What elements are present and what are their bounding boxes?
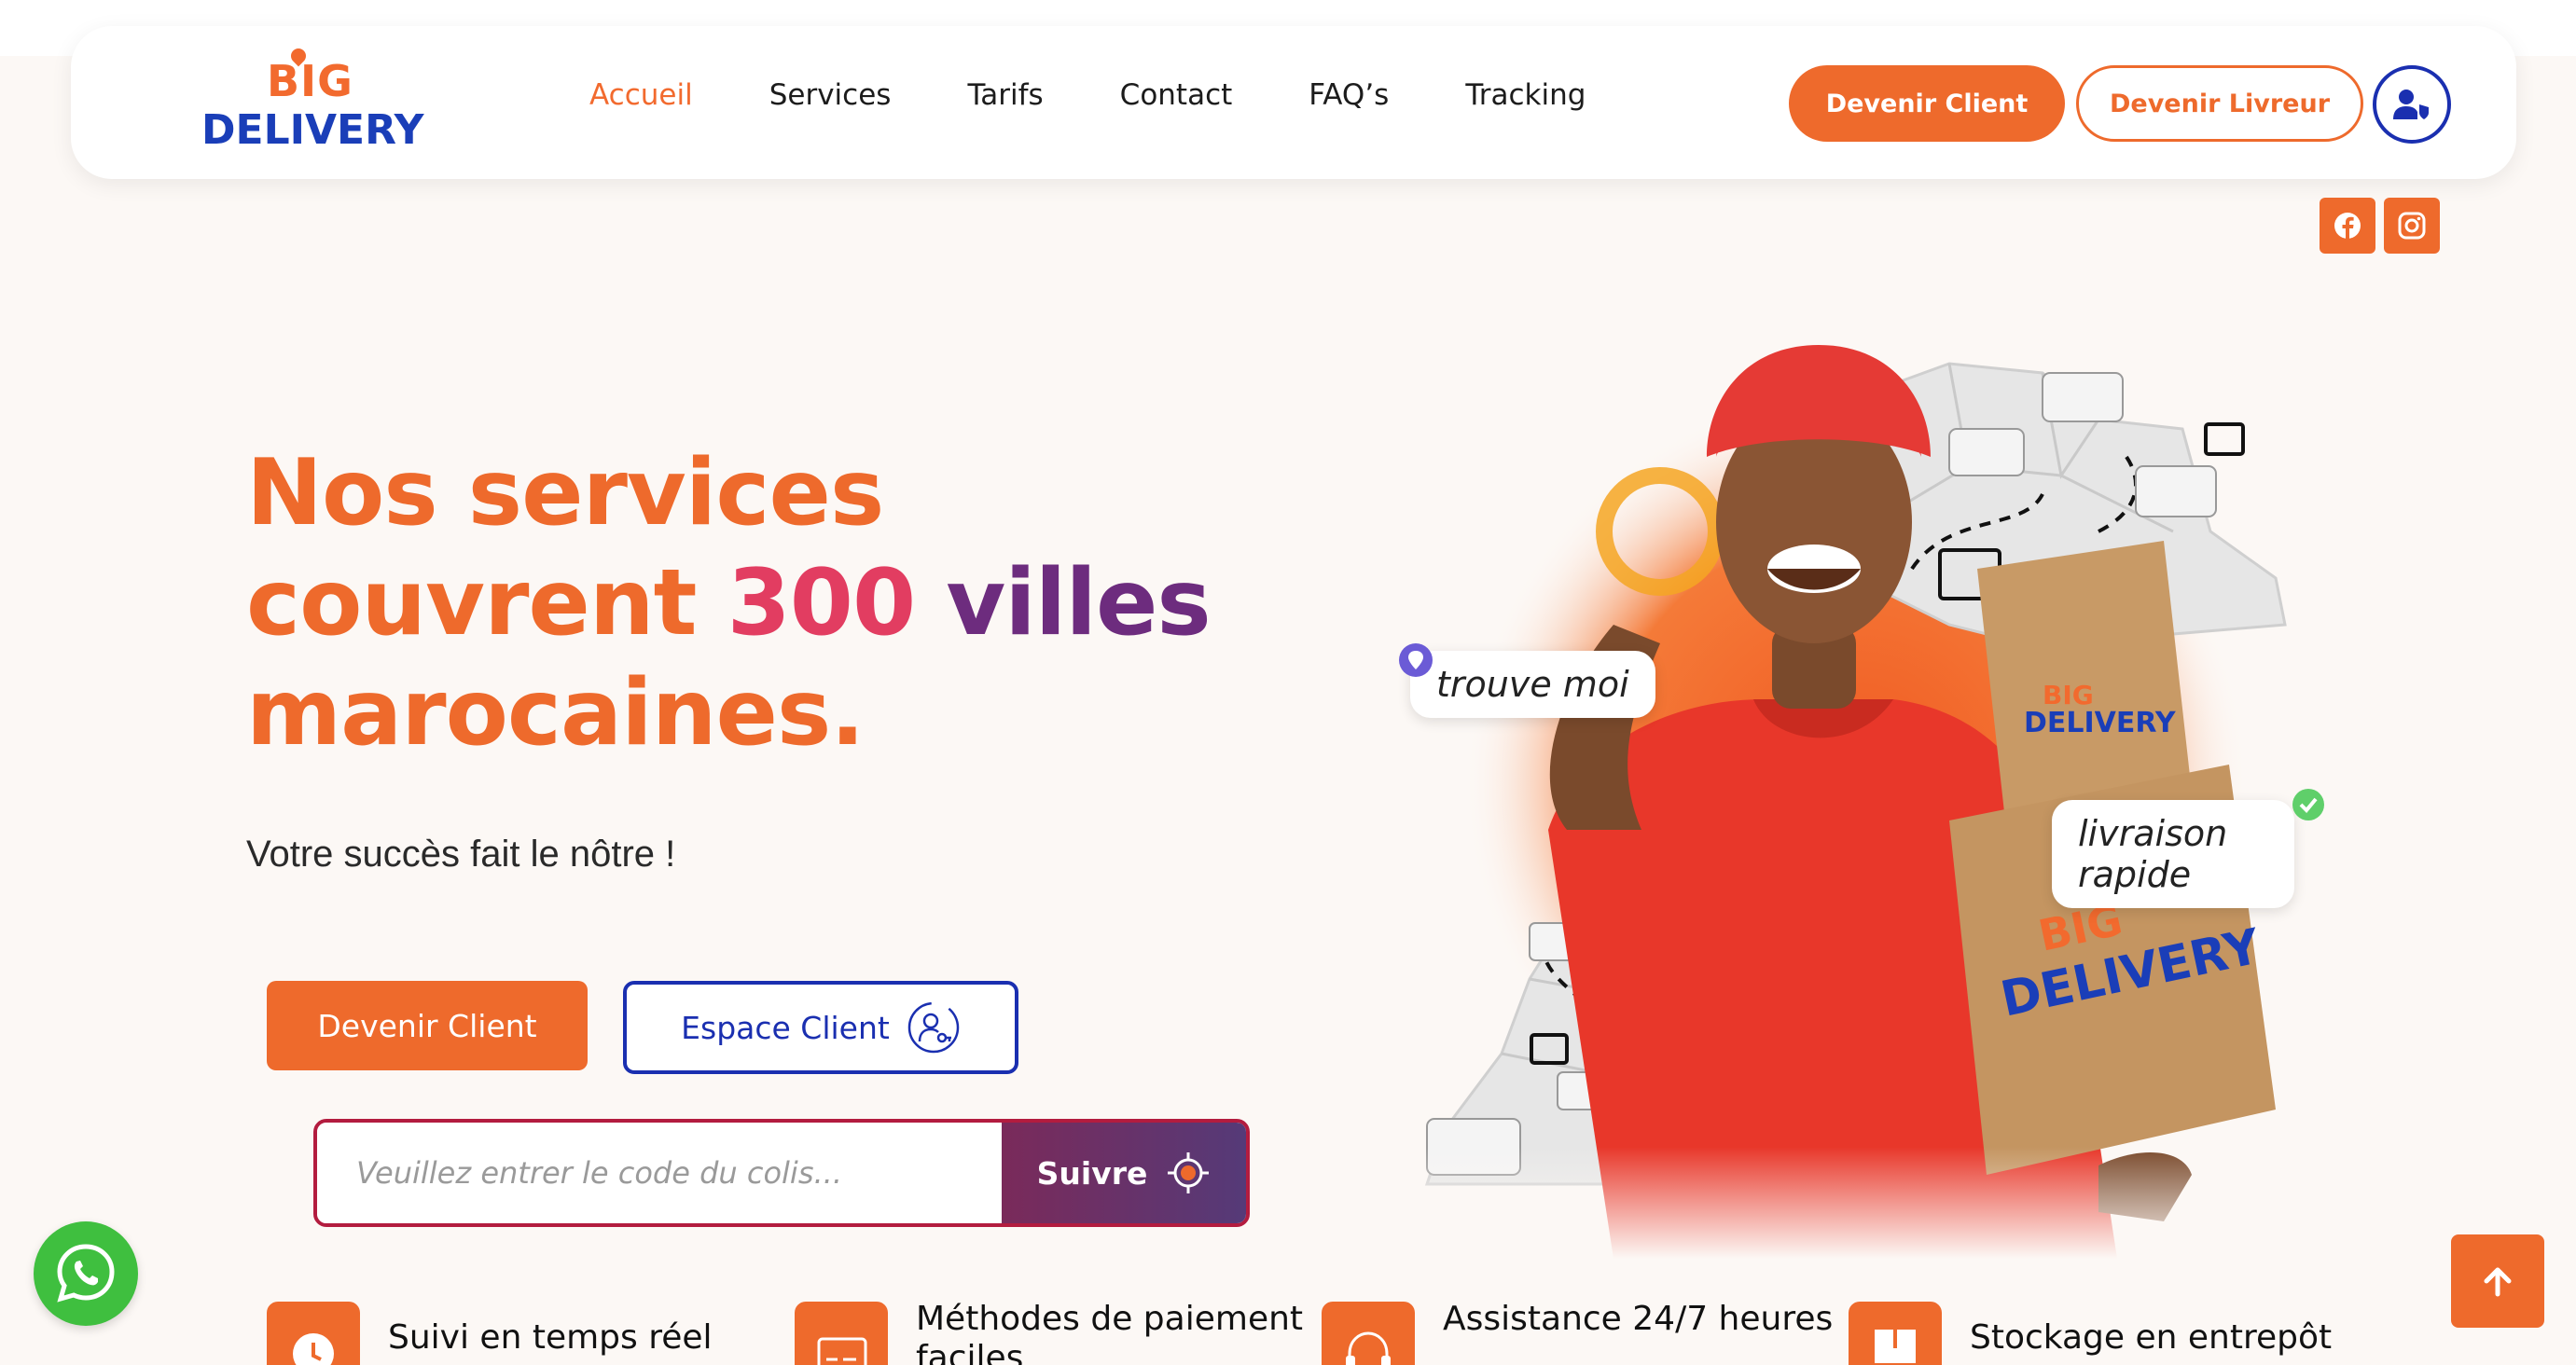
client-key-icon xyxy=(907,1001,960,1054)
instagram-icon xyxy=(2398,212,2426,240)
suivre-label: Suivre xyxy=(1036,1154,1148,1192)
feature-stockage-label: Stockage en entrepôt xyxy=(1970,1318,2333,1357)
bubble-livraison-rapide: livraison rapide xyxy=(2052,800,2294,908)
nav-accueil[interactable]: Accueil xyxy=(589,78,693,112)
espace-client-label: Espace Client xyxy=(681,1009,890,1046)
headset-icon xyxy=(1322,1302,1415,1365)
bubble-livraison-rapide-text: livraison rapide xyxy=(2078,813,2228,895)
feature-suivi-label: Suivi en temps réel xyxy=(388,1318,713,1357)
box-storage-icon xyxy=(1849,1302,1942,1365)
headline-number: 300 xyxy=(727,550,917,656)
location-pin-icon xyxy=(1399,643,1433,677)
main-nav: Accueil Services Tarifs Contact FAQ’s Tr… xyxy=(589,78,1662,112)
nav-services[interactable]: Services xyxy=(769,78,892,112)
tracking-form: Suivre xyxy=(313,1119,1250,1227)
bubble-trouve-moi: trouve moi xyxy=(1410,651,1655,718)
nav-contact[interactable]: Contact xyxy=(1120,78,1233,112)
suivre-button[interactable]: Suivre xyxy=(1002,1123,1246,1223)
instagram-button[interactable] xyxy=(2384,198,2440,254)
bubble-trouve-moi-text: trouve moi xyxy=(1436,664,1629,705)
clock-icon xyxy=(267,1302,360,1365)
payment-card-icon xyxy=(795,1302,888,1365)
espace-client-button[interactable]: Espace Client xyxy=(623,981,1018,1074)
facebook-icon xyxy=(2334,213,2361,239)
arrow-up-icon xyxy=(2484,1267,2512,1297)
scroll-to-top-button[interactable] xyxy=(2451,1234,2544,1328)
whatsapp-icon xyxy=(57,1244,115,1303)
logo-delivery-text: DELIVERY xyxy=(201,106,424,154)
logo-big-text: BIG xyxy=(267,56,353,106)
hero-devenir-client-button[interactable]: Devenir Client xyxy=(267,981,588,1070)
box-delivery-text: DELIVERY xyxy=(2024,707,2177,739)
logo[interactable]: BIG DELIVERY xyxy=(201,45,425,162)
tracking-target-icon xyxy=(1168,1152,1210,1193)
headline-line1: Nos services xyxy=(246,440,884,546)
nav-tracking[interactable]: Tracking xyxy=(1465,78,1586,112)
user-account-button[interactable] xyxy=(2373,65,2451,144)
nav-faqs[interactable]: FAQ’s xyxy=(1309,78,1389,112)
facebook-button[interactable] xyxy=(2320,198,2375,254)
user-shield-icon xyxy=(2393,90,2429,119)
whatsapp-button[interactable] xyxy=(34,1221,138,1326)
hero-illustration: BIG DELIVERY BIG DELIVERY trouve moi liv… xyxy=(1390,345,2324,1259)
nav-tarifs[interactable]: Tarifs xyxy=(967,78,1043,112)
headline-villes: villes xyxy=(946,550,1211,656)
feature-assistance-label: Assistance 24/7 heures xyxy=(1443,1300,1834,1338)
hero-headline: Nos services couvrent 300 villes marocai… xyxy=(246,438,1272,768)
tracking-code-input[interactable] xyxy=(317,1123,1002,1223)
devenir-client-button[interactable]: Devenir Client xyxy=(1789,65,2065,142)
hero-subtitle: Votre succès fait le nôtre ! xyxy=(246,834,676,875)
headline-couvrent: couvrent xyxy=(246,550,697,656)
headline-line3: marocaines. xyxy=(246,660,866,766)
feature-paiement-label: Méthodes de paiement faciles xyxy=(916,1300,1304,1365)
navbar: BIG DELIVERY Accueil Services Tarifs Con… xyxy=(71,26,2516,179)
check-icon xyxy=(2292,789,2324,820)
devenir-livreur-button[interactable]: Devenir Livreur xyxy=(2076,65,2363,142)
